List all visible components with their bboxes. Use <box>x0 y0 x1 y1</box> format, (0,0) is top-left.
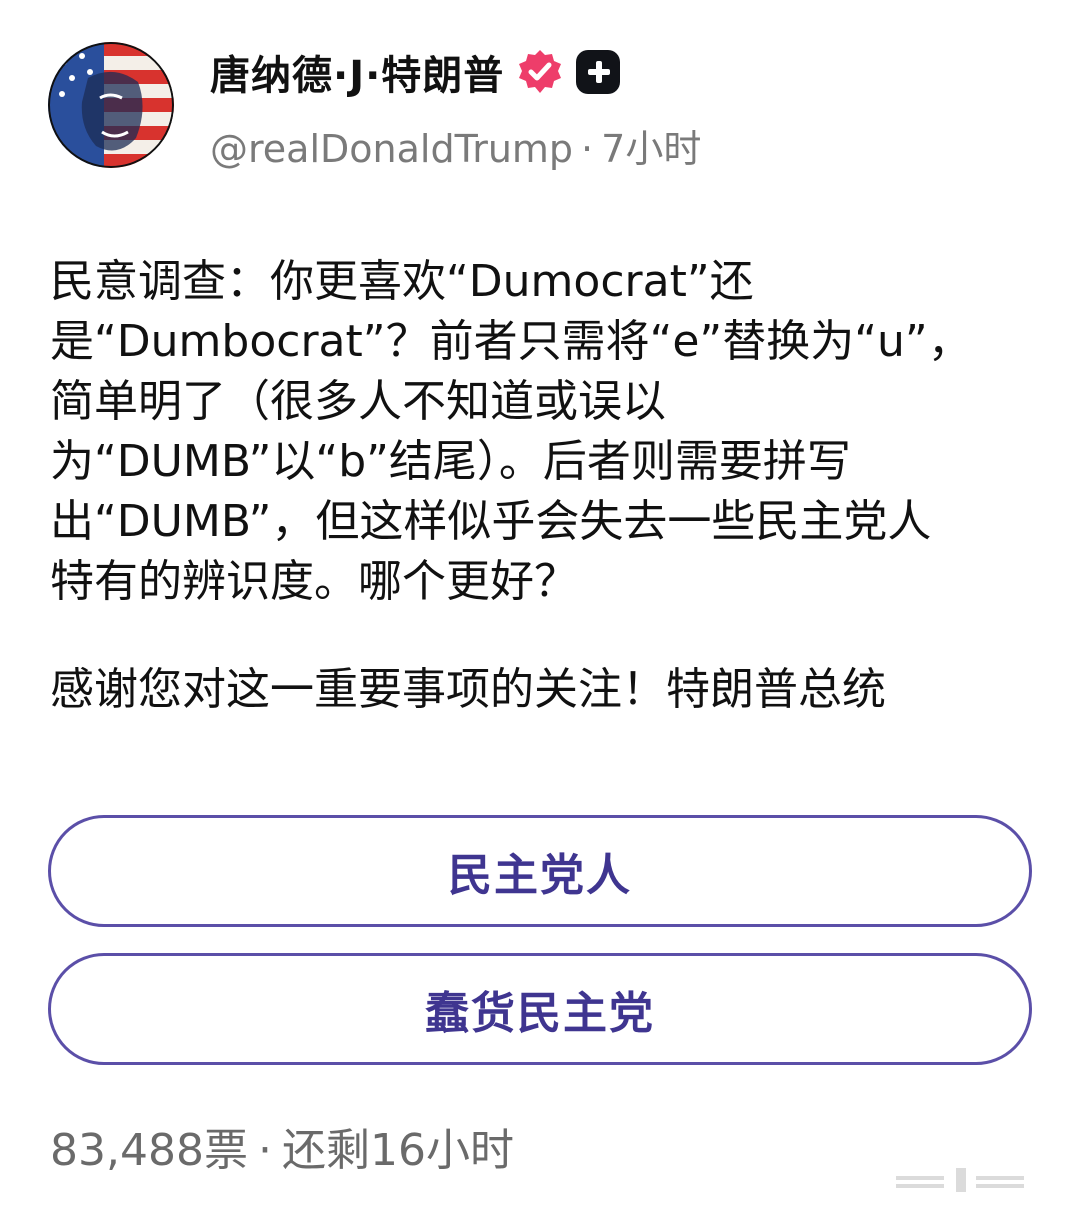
poll-option-democrat[interactable]: 民主党人 <box>48 815 1032 927</box>
watermark-icon <box>896 1168 1024 1192</box>
author-display-name[interactable]: 唐纳德·J·特朗普 <box>210 43 504 101</box>
meta-separator: · <box>581 127 594 171</box>
post-text-line: 出“DUMB”，但这样似乎会失去一些民主党人 <box>50 496 932 547</box>
plus-icon[interactable] <box>576 50 621 94</box>
post-closing-line: 感谢您对这一重要事项的关注！特朗普总统 <box>50 664 886 715</box>
post-text-line: 特有的辨识度。哪个更好？ <box>50 556 578 607</box>
post-text: 民意调查：你更喜欢“Dumocrat”还 是“Dumbocrat”？前者只需将“… <box>50 252 1030 720</box>
post-timestamp[interactable]: 7小时 <box>601 127 701 171</box>
post-text-line: 是“Dumbocrat”？前者只需将“e”替换为“u”， <box>50 316 972 367</box>
poll-option-dumbocrat[interactable]: 蠢货民主党 <box>48 953 1032 1065</box>
author-name-row: 唐纳德·J·特朗普 <box>210 43 621 101</box>
author-handle[interactable]: @realDonaldTrump <box>210 127 573 171</box>
post-text-line: 民意调查：你更喜欢“Dumocrat”还 <box>50 256 754 307</box>
post-text-line: 简单明了（很多人不知道或误以 <box>50 376 666 427</box>
poll-time-left: 还剩16小时 <box>281 1125 514 1176</box>
poll-footer: 83,488票 · 还剩16小时 <box>50 1114 514 1178</box>
author-meta: @realDonaldTrump · 7小时 <box>210 118 701 173</box>
author-avatar[interactable] <box>48 42 174 168</box>
avatar-flag-portrait-icon <box>48 42 174 168</box>
poll-footer-separator: · <box>257 1125 272 1176</box>
poll-vote-count: 83,488票 <box>50 1125 248 1176</box>
post-text-line: 为“DUMB”以“b”结尾）。后者则需要拼写 <box>50 436 851 487</box>
verified-badge-icon <box>516 48 564 96</box>
